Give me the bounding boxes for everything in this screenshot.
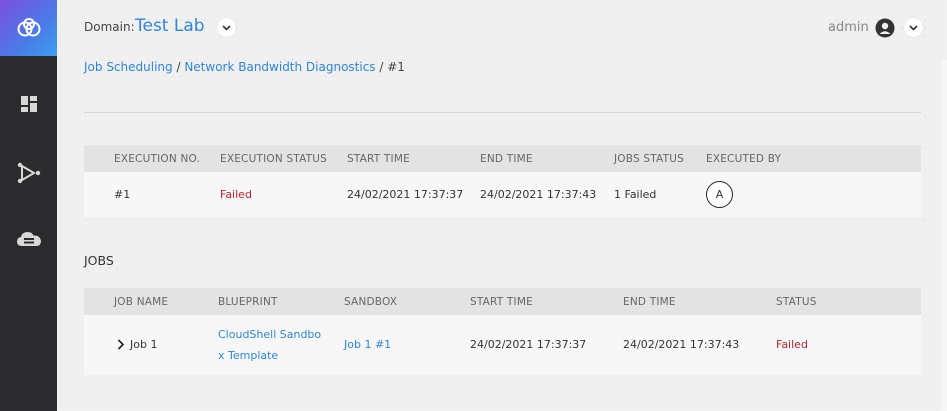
job-status: Failed bbox=[776, 338, 808, 351]
table-header: JOB NAME BLUEPRINT SANDBOX START TIME EN… bbox=[84, 288, 921, 315]
column-header: JOB NAME bbox=[114, 296, 169, 308]
top-bar: Domain: Test Lab admin bbox=[57, 0, 947, 56]
breadcrumb-separator: / bbox=[172, 60, 185, 74]
start-time: 24/02/2021 17:37:37 bbox=[470, 338, 587, 351]
dashboard-icon bbox=[20, 96, 37, 112]
job-name: Job 1 bbox=[130, 338, 158, 351]
scrollbar[interactable] bbox=[941, 60, 947, 410]
app-logo[interactable] bbox=[0, 0, 57, 56]
domain-dropdown-button[interactable] bbox=[217, 18, 236, 37]
executed-by-avatar: A bbox=[706, 181, 733, 208]
table-row[interactable]: Job 1 CloudShell Sandbo x Template Job 1… bbox=[84, 315, 921, 375]
column-header: EXECUTION NO. bbox=[114, 153, 201, 165]
column-header: SANDBOX bbox=[344, 296, 398, 308]
sidebar-item-cloud[interactable] bbox=[0, 219, 57, 259]
breadcrumb-job[interactable]: Network Bandwidth Diagnostics bbox=[184, 60, 375, 74]
column-header: END TIME bbox=[480, 153, 533, 165]
jobs-section-title: JOBS bbox=[84, 253, 114, 268]
main-content: Domain: Test Lab admin Job Scheduling / … bbox=[57, 0, 947, 411]
execution-number: #1 bbox=[114, 188, 131, 201]
table-row: #1 Failed 24/02/2021 17:37:37 24/02/2021… bbox=[84, 172, 921, 217]
user-name[interactable]: admin bbox=[828, 20, 869, 35]
blueprint-link[interactable]: x Template bbox=[218, 349, 278, 362]
column-header: START TIME bbox=[347, 153, 410, 165]
sandbox-link[interactable]: Job 1 #1 bbox=[344, 338, 391, 351]
end-time: 24/02/2021 17:37:43 bbox=[623, 338, 740, 351]
breadcrumb-separator: / bbox=[375, 60, 388, 74]
breadcrumb-job-scheduling[interactable]: Job Scheduling bbox=[84, 60, 173, 74]
logo-icon bbox=[17, 18, 40, 37]
blueprint-link[interactable]: CloudShell Sandbo bbox=[218, 328, 321, 341]
executed-by-initial: A bbox=[715, 188, 724, 201]
column-header: BLUEPRINT bbox=[218, 296, 278, 308]
execution-table: EXECUTION NO. EXECUTION STATUS START TIM… bbox=[84, 145, 921, 217]
breadcrumb-current: #1 bbox=[387, 60, 405, 74]
column-header: STATUS bbox=[776, 296, 817, 308]
column-header: EXECUTION STATUS bbox=[220, 153, 328, 165]
blueprint-icon bbox=[17, 162, 40, 184]
domain-label: Domain: bbox=[84, 20, 135, 34]
chevron-right-icon[interactable] bbox=[117, 339, 124, 350]
cloud-icon bbox=[16, 232, 41, 246]
column-header: EXECUTED BY bbox=[706, 153, 782, 165]
breadcrumb: Job Scheduling / Network Bandwidth Diagn… bbox=[84, 60, 405, 74]
divider bbox=[84, 112, 921, 113]
sidebar bbox=[0, 0, 57, 411]
column-header: START TIME bbox=[470, 296, 533, 308]
sidebar-item-blueprints[interactable] bbox=[0, 153, 57, 193]
sidebar-item-dashboard[interactable] bbox=[0, 84, 57, 124]
end-time: 24/02/2021 17:37:43 bbox=[480, 188, 597, 201]
column-header: JOBS STATUS bbox=[614, 153, 684, 165]
user-menu-button[interactable] bbox=[904, 18, 923, 37]
chevron-down-icon bbox=[909, 24, 918, 31]
column-header: END TIME bbox=[623, 296, 676, 308]
user-avatar-icon[interactable] bbox=[875, 18, 895, 38]
jobs-table: JOB NAME BLUEPRINT SANDBOX START TIME EN… bbox=[84, 288, 921, 375]
jobs-status: 1 Failed bbox=[614, 188, 657, 201]
chevron-down-icon bbox=[222, 24, 231, 31]
start-time: 24/02/2021 17:37:37 bbox=[347, 188, 464, 201]
table-header: EXECUTION NO. EXECUTION STATUS START TIM… bbox=[84, 145, 921, 172]
execution-status: Failed bbox=[220, 188, 252, 201]
domain-selector[interactable]: Test Lab bbox=[135, 16, 205, 36]
